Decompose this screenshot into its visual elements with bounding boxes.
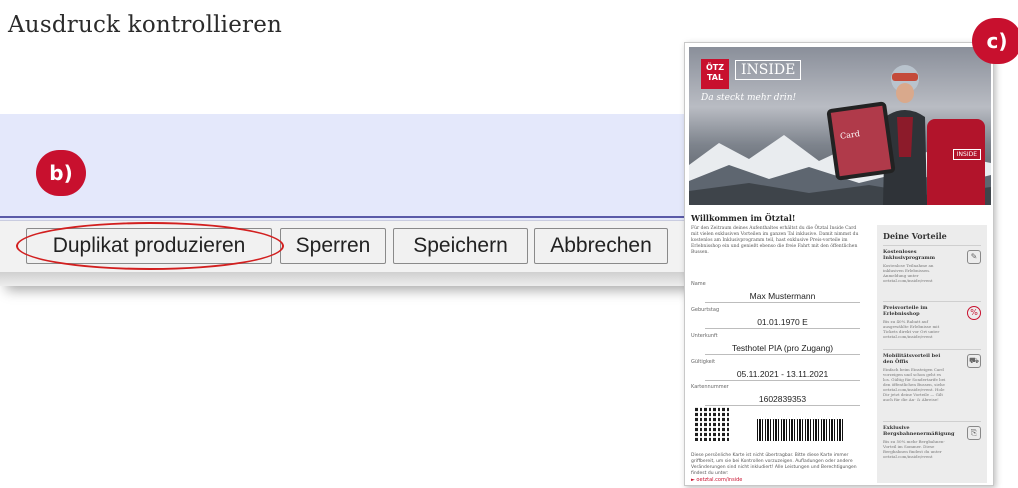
field-label-name: Name bbox=[691, 281, 706, 287]
field-value-name: Max Mustermann bbox=[705, 291, 860, 303]
field-value-validity: 05.11.2021 - 13.11.2021 bbox=[705, 369, 860, 381]
document-icon: ⎘ bbox=[967, 426, 981, 440]
bottom-shadow bbox=[0, 272, 700, 286]
field-label-accommodation: Unterkunft bbox=[691, 333, 718, 339]
bus-icon: ⛟ bbox=[967, 354, 981, 368]
benefits-panel: Deine Vorteile Kostenloses Inklusivprogr… bbox=[877, 225, 987, 483]
field-value-accommodation: Testhotel PIA (pro Zugang) bbox=[705, 343, 860, 355]
cancel-button[interactable]: Abbrechen bbox=[534, 228, 668, 264]
lock-button[interactable]: Sperren bbox=[280, 228, 386, 264]
highlight-oval bbox=[16, 222, 284, 270]
inside-logo: INSIDE bbox=[735, 60, 802, 80]
percent-icon: % bbox=[967, 306, 981, 320]
benefit-item: Preisvorteile im Erlebnisshop Bis zu 40%… bbox=[883, 301, 981, 339]
hero-image: ÖTZ TAL INSIDE Da steckt mehr drin! Card… bbox=[689, 47, 991, 205]
welcome-heading: Willkommen im Ötztal! bbox=[691, 213, 796, 223]
red-box-graphic: INSIDE bbox=[927, 119, 985, 205]
phone-graphic: Card bbox=[826, 101, 896, 181]
benefit-item: Kostenloses Inklusivprogramm Kostenlose … bbox=[883, 245, 981, 283]
save-button[interactable]: Speichern bbox=[393, 228, 528, 264]
benefit-item: Exklusive Bergsbahnenermäßigung Bis zu 5… bbox=[883, 421, 981, 459]
footer-text: Diese persönliche Karte ist nicht übertr… bbox=[691, 453, 857, 476]
divider bbox=[0, 216, 700, 218]
calendar-icon: ✎ bbox=[967, 250, 981, 264]
intro-text: Für den Zeitraum deines Aufenthaltes erh… bbox=[691, 226, 859, 255]
oetztal-logo: ÖTZ TAL bbox=[701, 59, 729, 89]
box-label: INSIDE bbox=[952, 149, 981, 160]
field-value-card-number: 1602839353 bbox=[705, 394, 860, 406]
phone-label: Card bbox=[839, 129, 861, 141]
tagline: Da steckt mehr drin! bbox=[701, 93, 797, 103]
field-label-card-number: Kartennummer bbox=[691, 384, 729, 390]
step-badge-c: c) bbox=[972, 18, 1018, 64]
inside-link[interactable]: ► oetztal.com/inside bbox=[691, 477, 742, 483]
barcode bbox=[757, 419, 843, 441]
benefit-item: Mobilitätsvorteil bei den Öffis Einfach … bbox=[883, 349, 981, 402]
benefits-title: Deine Vorteile bbox=[883, 231, 947, 241]
field-label-birthday: Geburtstag bbox=[691, 307, 720, 313]
card-details: Willkommen im Ötztal! Für den Zeitraum d… bbox=[691, 213, 871, 256]
field-label-validity: Gültigkeit bbox=[691, 359, 716, 365]
field-value-birthday: 01.01.1970 E bbox=[705, 317, 860, 329]
page-title: Ausdruck kontrollieren bbox=[8, 12, 283, 38]
toolbar-screenshot: Duplikat produzieren Sperren Speichern A… bbox=[0, 114, 700, 286]
inside-card-printout: ÖTZ TAL INSIDE Da steckt mehr drin! Card… bbox=[684, 42, 994, 486]
step-badge-b: b) bbox=[36, 150, 86, 196]
